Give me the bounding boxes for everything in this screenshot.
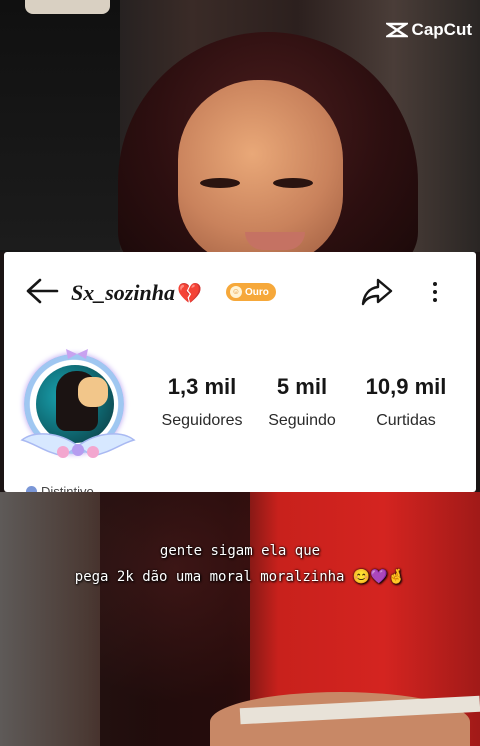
caption-line-1: gente sigam ela que bbox=[159, 543, 321, 559]
capcut-label: CapCut bbox=[411, 20, 472, 39]
coin-icon: ☺ bbox=[230, 286, 242, 298]
stat-label: Curtidas bbox=[376, 412, 436, 429]
avatar[interactable] bbox=[18, 348, 138, 468]
more-options-icon[interactable] bbox=[429, 278, 441, 308]
badge-label: Ouro bbox=[245, 286, 269, 298]
profile-username: Sx_sozinha 💔 bbox=[71, 280, 202, 306]
stat-curtidas[interactable]: 10,9 mil Curtidas bbox=[354, 374, 458, 430]
stat-value: 1,3 mil bbox=[167, 374, 237, 399]
person-face bbox=[178, 80, 343, 252]
distintivo-row[interactable]: Distintivo bbox=[26, 484, 94, 492]
video-frame-bottom bbox=[0, 492, 480, 746]
person-lips bbox=[245, 232, 305, 250]
capcut-logo-icon bbox=[385, 22, 408, 38]
video-caption: gente sigam ela que pega 2k dão uma mora… bbox=[0, 538, 480, 590]
username-text: Sx_sozinha bbox=[71, 280, 175, 305]
stat-label: Seguindo bbox=[268, 412, 336, 429]
caption-line-2: pega 2k dão uma moral moralzinha 😊💜🤞 bbox=[74, 569, 406, 585]
broken-heart-emoji: 💔 bbox=[176, 283, 202, 305]
profile-card: Sx_sozinha 💔 ☺ Ouro 1,3 mil Seguidores 5 … bbox=[4, 252, 476, 492]
distintivo-label: Distintivo bbox=[41, 484, 94, 492]
background-window bbox=[0, 0, 120, 250]
profile-header: Sx_sozinha 💔 ☺ Ouro bbox=[4, 252, 476, 332]
lamp bbox=[25, 0, 110, 14]
stat-seguidores[interactable]: 1,3 mil Seguidores bbox=[154, 374, 250, 430]
wings-decoration-icon bbox=[20, 433, 136, 458]
stat-label: Seguidores bbox=[161, 412, 243, 429]
stat-value: 10,9 mil bbox=[365, 374, 447, 399]
bow-decoration-icon bbox=[66, 349, 88, 359]
capcut-watermark: CapCut bbox=[385, 20, 472, 40]
stat-value: 5 mil bbox=[276, 374, 328, 399]
back-arrow-icon[interactable] bbox=[24, 276, 60, 306]
stat-seguindo[interactable]: 5 mil Seguindo bbox=[262, 374, 342, 430]
share-icon[interactable] bbox=[360, 276, 394, 308]
video-frame-top: CapCut bbox=[0, 0, 480, 252]
ouro-badge[interactable]: ☺ Ouro bbox=[226, 283, 276, 301]
